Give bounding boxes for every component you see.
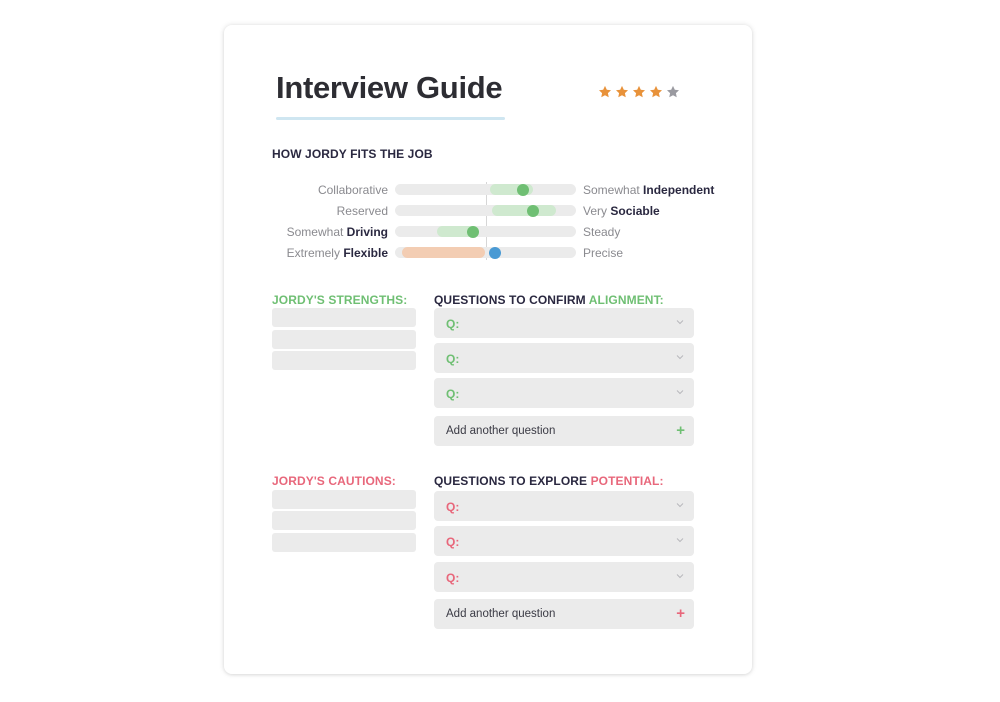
trait-right-text: Precise [583, 246, 624, 260]
chevron-down-icon [676, 574, 684, 579]
trait-range-band [402, 247, 485, 258]
trait-right-label: Very Sociable [583, 204, 660, 218]
explore-heading-prefix: QUESTIONS TO EXPLORE [434, 474, 591, 488]
chevron-down-icon [676, 320, 684, 325]
explore-question-dropdown[interactable]: Q: [434, 562, 694, 592]
title-underline [276, 117, 505, 120]
trait-position-marker [526, 204, 539, 217]
plus-icon: + [676, 422, 685, 439]
trait-track [395, 225, 576, 238]
trait-range-band [491, 205, 557, 216]
explore-questions-heading: QUESTIONS TO EXPLORE POTENTIAL: [434, 474, 664, 488]
question-label: Q: [446, 352, 460, 366]
trait-left-label: Collaborative [318, 183, 388, 197]
trait-left-emphasis: Driving [346, 225, 388, 239]
trait-right-prefix: Somewhat [583, 183, 644, 197]
star-empty-icon [666, 85, 680, 98]
star-filled-icon [649, 85, 663, 98]
question-label: Q: [446, 317, 460, 331]
trait-left-prefix: Extremely [286, 246, 344, 260]
strength-item [272, 351, 416, 370]
question-label: Q: [446, 535, 460, 549]
caution-item [272, 490, 416, 509]
add-question-label: Add another question [446, 425, 556, 437]
chevron-down-icon [676, 390, 684, 395]
trait-row: Reserved Very Sociable [272, 204, 732, 218]
trait-left-prefix: Somewhat [286, 225, 347, 239]
add-confirm-question-button[interactable]: Add another question + [434, 416, 694, 446]
trait-row: Somewhat Driving Steady [272, 225, 732, 239]
question-label: Q: [446, 571, 460, 585]
confirm-heading-prefix: QUESTIONS TO CONFIRM [434, 293, 589, 307]
plus-icon: + [676, 605, 685, 622]
strengths-heading: JORDY'S STRENGTHS: [272, 293, 408, 307]
trait-right-label: Steady [583, 225, 620, 239]
fit-heading: HOW JORDY FITS THE JOB [272, 147, 433, 161]
explore-heading-accent: POTENTIAL: [590, 474, 664, 488]
trait-left-label: Extremely Flexible [287, 246, 388, 260]
question-label: Q: [446, 500, 460, 514]
trait-left-label: Somewhat Driving [287, 225, 388, 239]
trait-left-label: Reserved [337, 204, 388, 218]
page-title: Interview Guide [276, 70, 503, 105]
star-filled-icon [615, 85, 629, 98]
confirm-question-dropdown[interactable]: Q: [434, 308, 694, 338]
trait-position-marker [466, 225, 479, 238]
trait-position-marker [516, 183, 529, 196]
confirm-question-dropdown[interactable]: Q: [434, 378, 694, 408]
chevron-down-icon [676, 538, 684, 543]
strength-item [272, 330, 416, 349]
trait-right-text: Steady [583, 225, 621, 239]
question-label: Q: [446, 387, 460, 401]
trait-track [395, 204, 576, 217]
trait-left-text: Reserved [336, 204, 388, 218]
cautions-heading: JORDY'S CAUTIONS: [272, 474, 396, 488]
add-question-label: Add another question [446, 608, 556, 620]
trait-row: Extremely Flexible Precise [272, 246, 732, 260]
star-rating [598, 85, 680, 99]
trait-left-emphasis: Flexible [343, 246, 388, 260]
explore-question-dropdown[interactable]: Q: [434, 491, 694, 521]
explore-question-dropdown[interactable]: Q: [434, 526, 694, 556]
trait-track [395, 246, 576, 259]
confirm-heading-accent: ALIGNMENT: [588, 293, 664, 307]
trait-right-emphasis: Independent [643, 183, 715, 197]
trait-right-prefix: Very [583, 204, 611, 218]
chevron-down-icon [676, 355, 684, 360]
star-filled-icon [632, 85, 646, 98]
chevron-down-icon [676, 503, 684, 508]
strength-item [272, 308, 416, 327]
trait-left-text: Collaborative [317, 183, 388, 197]
star-filled-icon [598, 85, 612, 98]
trait-position-marker [488, 246, 501, 259]
trait-right-emphasis: Sociable [610, 204, 660, 218]
trait-right-label: Precise [583, 246, 623, 260]
confirm-question-dropdown[interactable]: Q: [434, 343, 694, 373]
confirm-questions-heading: QUESTIONS TO CONFIRM ALIGNMENT: [434, 293, 664, 307]
trait-right-label: Somewhat Independent [583, 183, 714, 197]
caution-item [272, 511, 416, 530]
trait-row: Collaborative Somewhat Independent [272, 183, 732, 197]
trait-track [395, 183, 576, 196]
add-explore-question-button[interactable]: Add another question + [434, 599, 694, 629]
caution-item [272, 533, 416, 552]
